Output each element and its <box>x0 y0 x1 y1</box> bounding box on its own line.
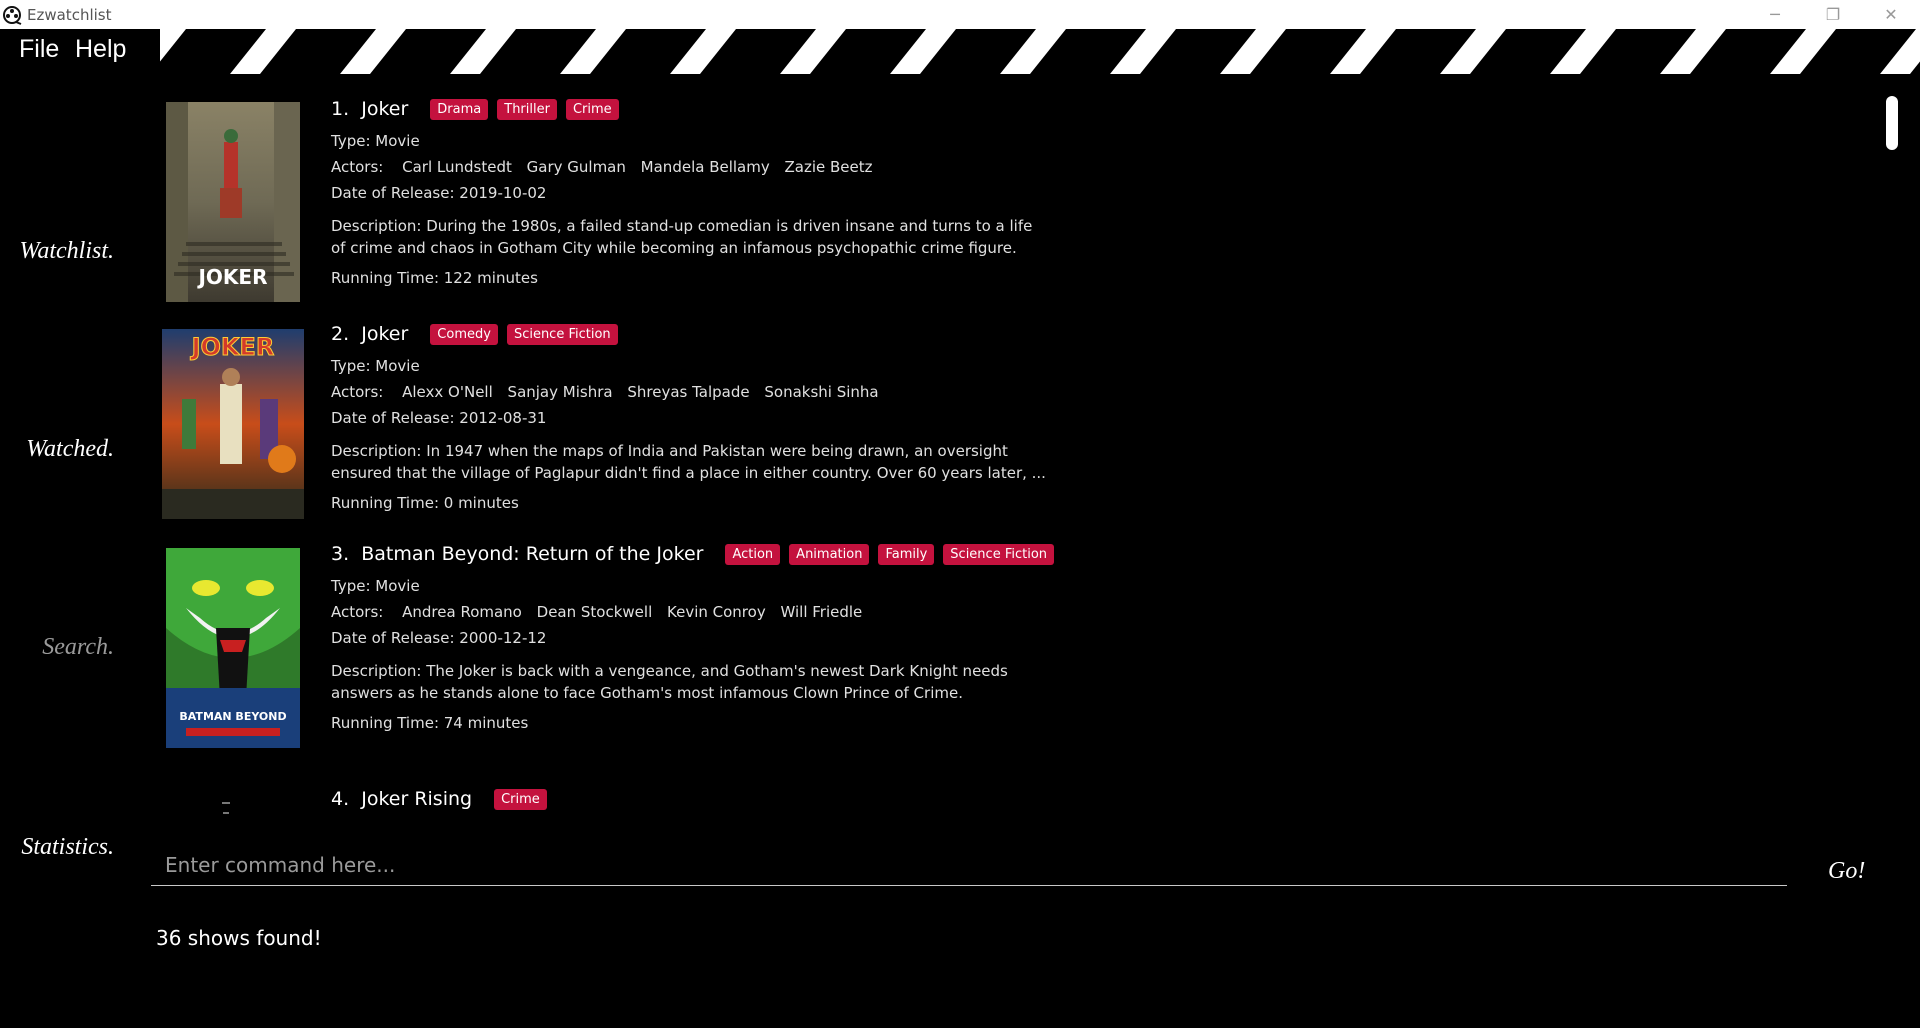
genre-tag: Science Fiction <box>943 543 1055 565</box>
show-poster: JOKER <box>166 102 300 302</box>
show-type: Type: Movie <box>331 132 420 150</box>
actor-name: Mandela Bellamy <box>640 158 770 176</box>
menu-bar: File Help <box>0 29 1920 74</box>
show-runtime: Running Time: 0 minutes <box>331 494 519 512</box>
show-type: Type: Movie <box>331 357 420 375</box>
show-title: 1. Joker <box>331 98 409 120</box>
minimize-button[interactable]: ─ <box>1746 0 1804 29</box>
genre-tag: Drama <box>430 98 489 120</box>
show-description: Description: During the 1980s, a failed … <box>331 217 1033 257</box>
nav-watched[interactable]: Watched. <box>0 436 114 463</box>
window-title: Ezwatchlist <box>27 5 112 24</box>
show-runtime: Running Time: 122 minutes <box>331 269 538 287</box>
actor-name: Sonakshi Sinha <box>764 383 879 401</box>
actor-name: Dean Stockwell <box>536 603 653 621</box>
show-actors: Actors: Andrea Romano Dean Stockwell Kev… <box>331 603 863 621</box>
list-scrollbar[interactable] <box>1886 96 1898 150</box>
show-list: JOKER 1. Joker Drama Thriller Crime Type… <box>150 86 1870 820</box>
show-title: 4. Joker Rising <box>331 788 473 810</box>
show-actors: Actors: Alexx O'Nell Sanjay Mishra Shrey… <box>331 383 879 401</box>
show-poster: BATMAN BEYOND <box>166 548 300 748</box>
nav-watchlist[interactable]: Watchlist. <box>0 238 114 265</box>
film-reel-icon <box>3 5 22 25</box>
poster-title: BATMAN BEYOND <box>179 710 286 723</box>
nav-statistics[interactable]: Statistics. <box>0 834 114 861</box>
show-description: Description: The Joker is back with a ve… <box>331 662 1008 702</box>
genre-tag: Family <box>878 543 935 565</box>
file-menu[interactable]: File <box>19 35 59 64</box>
poster-title: JOKER <box>196 265 267 289</box>
actor-name: Kevin Conroy <box>667 603 766 621</box>
actor-name: Gary Gulman <box>526 158 626 176</box>
show-release-date: Date of Release: 2012-08-31 <box>331 409 547 427</box>
actor-name: Shreyas Talpade <box>627 383 750 401</box>
show-poster: JOKER <box>162 329 304 519</box>
actor-name: Sanjay Mishra <box>507 383 613 401</box>
genre-tag: Thriller <box>497 98 557 120</box>
show-type: Type: Movie <box>331 818 1231 820</box>
command-input[interactable] <box>151 844 1787 886</box>
actor-name: Andrea Romano <box>402 603 522 621</box>
show-release-date: Date of Release: 2019-10-02 <box>331 184 547 202</box>
genre-tag: Comedy <box>430 323 498 345</box>
clapperboard-stripes <box>0 29 1920 74</box>
genre-tag: Animation <box>789 543 870 565</box>
go-button[interactable]: Go! <box>1828 858 1865 885</box>
nav-search[interactable]: Search. <box>0 634 114 661</box>
restore-button[interactable]: ❐ <box>1804 0 1862 29</box>
genre-tag: Crime <box>494 788 547 810</box>
show-title: 3. Batman Beyond: Return of the Joker <box>331 543 704 565</box>
show-type: Type: Movie <box>331 577 420 595</box>
window-title-bar: Ezwatchlist ─ ❐ ✕ <box>0 0 1920 29</box>
genre-tag: Crime <box>565 98 619 120</box>
poster-title: JOKER <box>190 333 275 361</box>
actor-name: Carl Lundstedt <box>402 158 512 176</box>
result-message: 36 shows found! <box>156 926 322 950</box>
show-poster <box>220 800 240 820</box>
help-menu[interactable]: Help <box>75 35 126 64</box>
show-description: Description: In 1947 when the maps of In… <box>331 442 1046 482</box>
close-button[interactable]: ✕ <box>1862 0 1920 29</box>
actor-name: Alexx O'Nell <box>402 383 493 401</box>
actor-name: Zazie Beetz <box>784 158 873 176</box>
show-runtime: Running Time: 74 minutes <box>331 714 529 732</box>
show-title: 2. Joker <box>331 323 409 345</box>
genre-tag: Action <box>725 543 781 565</box>
actor-name: Will Friedle <box>780 603 863 621</box>
show-actors: Actors: Carl Lundstedt Gary Gulman Mande… <box>331 158 873 176</box>
genre-tag: Science Fiction <box>506 323 618 345</box>
show-release-date: Date of Release: 2000-12-12 <box>331 629 547 647</box>
